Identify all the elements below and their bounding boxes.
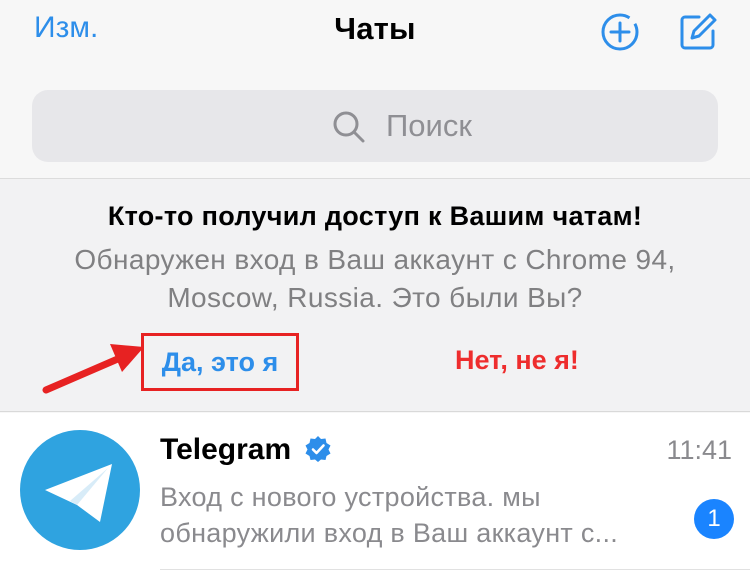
compose-icon (680, 13, 717, 50)
confirm-login-button[interactable]: Да, это я (141, 333, 299, 391)
alert-message: Обнаружен вход в Ваш аккаунт с Chrome 94… (74, 244, 676, 313)
new-group-button[interactable] (599, 11, 641, 53)
top-bar: Изм. Чаты (0, 0, 750, 70)
search-icon (333, 111, 365, 143)
unread-badge: 1 (694, 499, 734, 539)
verified-badge-icon (305, 436, 331, 462)
chat-name: Telegram (160, 433, 292, 466)
annotation-arrow-icon (42, 344, 144, 394)
search-field[interactable]: Поиск (32, 90, 718, 162)
chat-preview-line: обнаружили вход в Ваш аккаунт с... (160, 518, 619, 548)
compose-button[interactable] (677, 11, 719, 53)
search-placeholder: Поиск (386, 108, 472, 143)
avatar (20, 430, 140, 550)
deny-login-button[interactable]: Нет, не я! (455, 345, 579, 376)
chat-preview-line: Вход с нового устройства. мы (160, 482, 541, 512)
chat-preview: Вход с нового устройства. мы обнаружили … (160, 479, 680, 551)
plus-circle-icon (601, 13, 639, 51)
telegram-logo-icon (45, 464, 112, 522)
chat-time: 11:41 (666, 435, 732, 465)
alert-title: Кто-то получил доступ к Вашим чатам! (107, 201, 643, 231)
chat-row-telegram[interactable]: Telegram 11:41 Вход с нового устройства.… (0, 413, 750, 570)
